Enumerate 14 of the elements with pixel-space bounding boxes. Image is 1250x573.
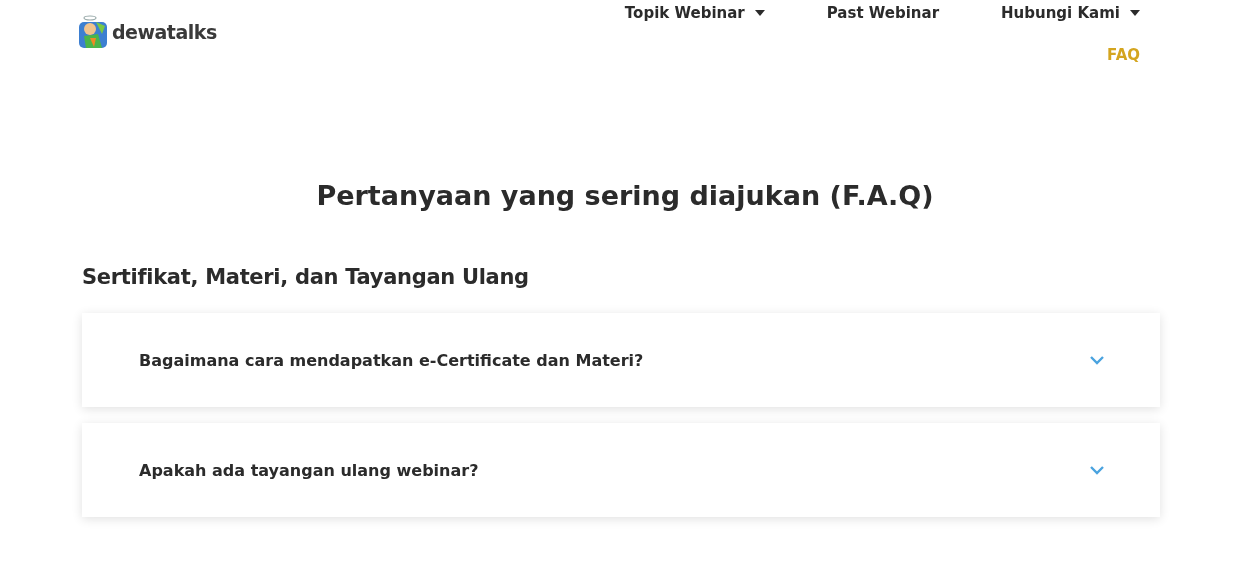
logo-text: dewatalks bbox=[112, 21, 217, 43]
faq-question[interactable]: Apakah ada tayangan ulang webinar? bbox=[82, 423, 1160, 517]
section-heading: Sertifikat, Materi, dan Tayangan Ulang bbox=[82, 265, 530, 289]
page-title: Pertanyaan yang sering diajukan (F.A.Q) bbox=[315, 180, 935, 211]
nav-link[interactable]: Past Webinar bbox=[826, 2, 940, 24]
logo-mascot-icon bbox=[78, 14, 108, 50]
chevron-icon bbox=[1090, 355, 1104, 365]
nav-link[interactable]: Hubungi Kami bbox=[1001, 2, 1140, 24]
logo[interactable]: dewatalks bbox=[72, 2, 223, 62]
caret-icon bbox=[754, 10, 765, 16]
nav-link[interactable]: Topik Webinar bbox=[624, 2, 765, 24]
chevron-icon bbox=[1090, 465, 1104, 475]
caret-icon bbox=[1130, 10, 1140, 16]
faq-question[interactable]: Bagaimana cara mendapatkan e-Certificate dan Materi? bbox=[82, 313, 1160, 407]
